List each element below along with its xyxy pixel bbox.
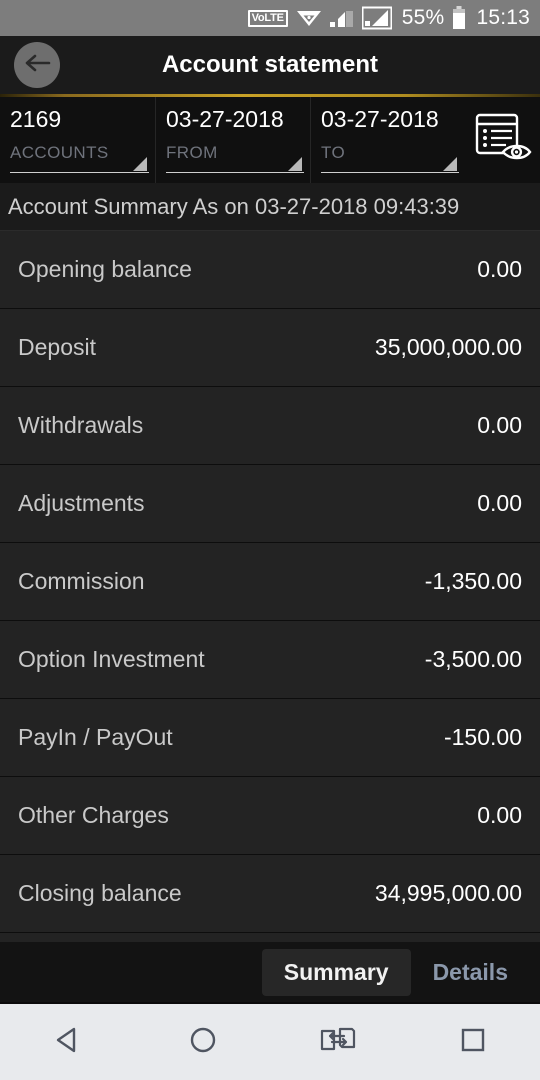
to-date-underline [321, 172, 459, 173]
from-date-value: 03-27-2018 [166, 106, 284, 133]
android-nav-bar [0, 1002, 540, 1080]
table-row[interactable]: Adjustments 0.00 [0, 465, 540, 543]
from-date-label: FROM [166, 142, 218, 162]
volte-badge: VoLTE [247, 9, 288, 27]
row-label: PayIn / PayOut [18, 724, 173, 750]
row-label: Opening balance [18, 256, 192, 282]
row-label: Withdrawals [18, 412, 144, 438]
row-label: Option Investment [18, 646, 205, 672]
row-label: Closing balance [18, 880, 182, 906]
to-date-value: 03-27-2018 [321, 106, 439, 133]
filter-bar: 2169 ACCOUNTS 03-27-2018 FROM 03-27-2018… [0, 97, 540, 183]
nav-home-button[interactable] [168, 1015, 238, 1069]
row-value: 0.00 [477, 490, 522, 516]
row-value: -150.00 [443, 724, 522, 750]
row-value: 0.00 [477, 802, 522, 828]
table-row[interactable]: Commission -1,350.00 [0, 543, 540, 621]
app-bar: Account statement [0, 36, 540, 94]
row-label: Adjustments [18, 490, 145, 516]
battery-icon [452, 6, 466, 30]
accounts-value: 2169 [10, 106, 62, 133]
from-date-underline [166, 172, 304, 173]
row-value: 0.00 [477, 412, 522, 438]
nav-switch-apps-icon [320, 1025, 356, 1060]
statement-list[interactable]: Opening balance 0.00 Deposit 35,000,000.… [0, 230, 540, 942]
wifi-icon [296, 8, 322, 28]
table-row[interactable]: PayIn / PayOut -150.00 [0, 699, 540, 777]
nav-switch-apps-button[interactable] [303, 1015, 373, 1069]
accounts-underline [10, 172, 149, 173]
row-label: Deposit [18, 334, 96, 360]
view-report-button[interactable] [465, 97, 540, 183]
to-date-dropdown[interactable]: 03-27-2018 TO [310, 97, 465, 183]
dropdown-caret-icon [133, 157, 147, 171]
from-date-dropdown[interactable]: 03-27-2018 FROM [155, 97, 310, 183]
tab-summary[interactable]: Summary [261, 948, 411, 996]
status-clock: 15:13 [476, 6, 530, 29]
back-button[interactable] [14, 42, 60, 88]
back-arrow-icon [23, 51, 51, 80]
tab-bar: Summary Details [0, 942, 540, 1002]
row-value: 34,995,000.00 [374, 880, 522, 906]
nav-recents-square-icon [457, 1024, 489, 1061]
phone-screen: VoLTE 55% 15:13 Account statement 2169 A… [0, 0, 540, 1080]
nav-home-circle-icon [187, 1024, 219, 1061]
row-value: -3,500.00 [424, 646, 522, 672]
page-title: Account statement [161, 51, 379, 78]
table-row[interactable]: Opening balance 0.00 [0, 231, 540, 309]
dropdown-caret-icon [443, 157, 457, 171]
document-preview-eye-icon [474, 111, 532, 170]
row-label: Commission [18, 568, 145, 594]
table-row[interactable]: Other Charges 0.00 [0, 777, 540, 855]
dropdown-caret-icon [288, 157, 302, 171]
table-row[interactable]: Withdrawals 0.00 [0, 387, 540, 465]
row-label: Other Charges [18, 802, 169, 828]
to-date-label: TO [321, 142, 346, 162]
battery-percent: 55% [401, 6, 445, 29]
table-row[interactable]: Option Investment -3,500.00 [0, 621, 540, 699]
status-bar: VoLTE 55% 15:13 [0, 0, 540, 36]
summary-timestamp: Account Summary As on 03-27-2018 09:43:3… [0, 183, 540, 230]
row-value: 0.00 [477, 256, 522, 282]
table-row[interactable]: Closing balance 34,995,000.00 [0, 855, 540, 933]
table-row-clipped[interactable] [0, 933, 540, 942]
nav-back-triangle-icon [52, 1024, 84, 1061]
nav-recents-button[interactable] [438, 1015, 508, 1069]
row-value: -1,350.00 [424, 568, 522, 594]
nav-back-button[interactable] [33, 1015, 103, 1069]
signal-bars-icon [329, 8, 354, 28]
table-row[interactable]: Deposit 35,000,000.00 [0, 309, 540, 387]
accounts-dropdown[interactable]: 2169 ACCOUNTS [0, 97, 155, 183]
tab-details[interactable]: Details [411, 949, 530, 996]
accounts-label: ACCOUNTS [10, 142, 109, 162]
signal-bars-boxed-icon [361, 6, 392, 30]
row-value: 35,000,000.00 [374, 334, 522, 360]
